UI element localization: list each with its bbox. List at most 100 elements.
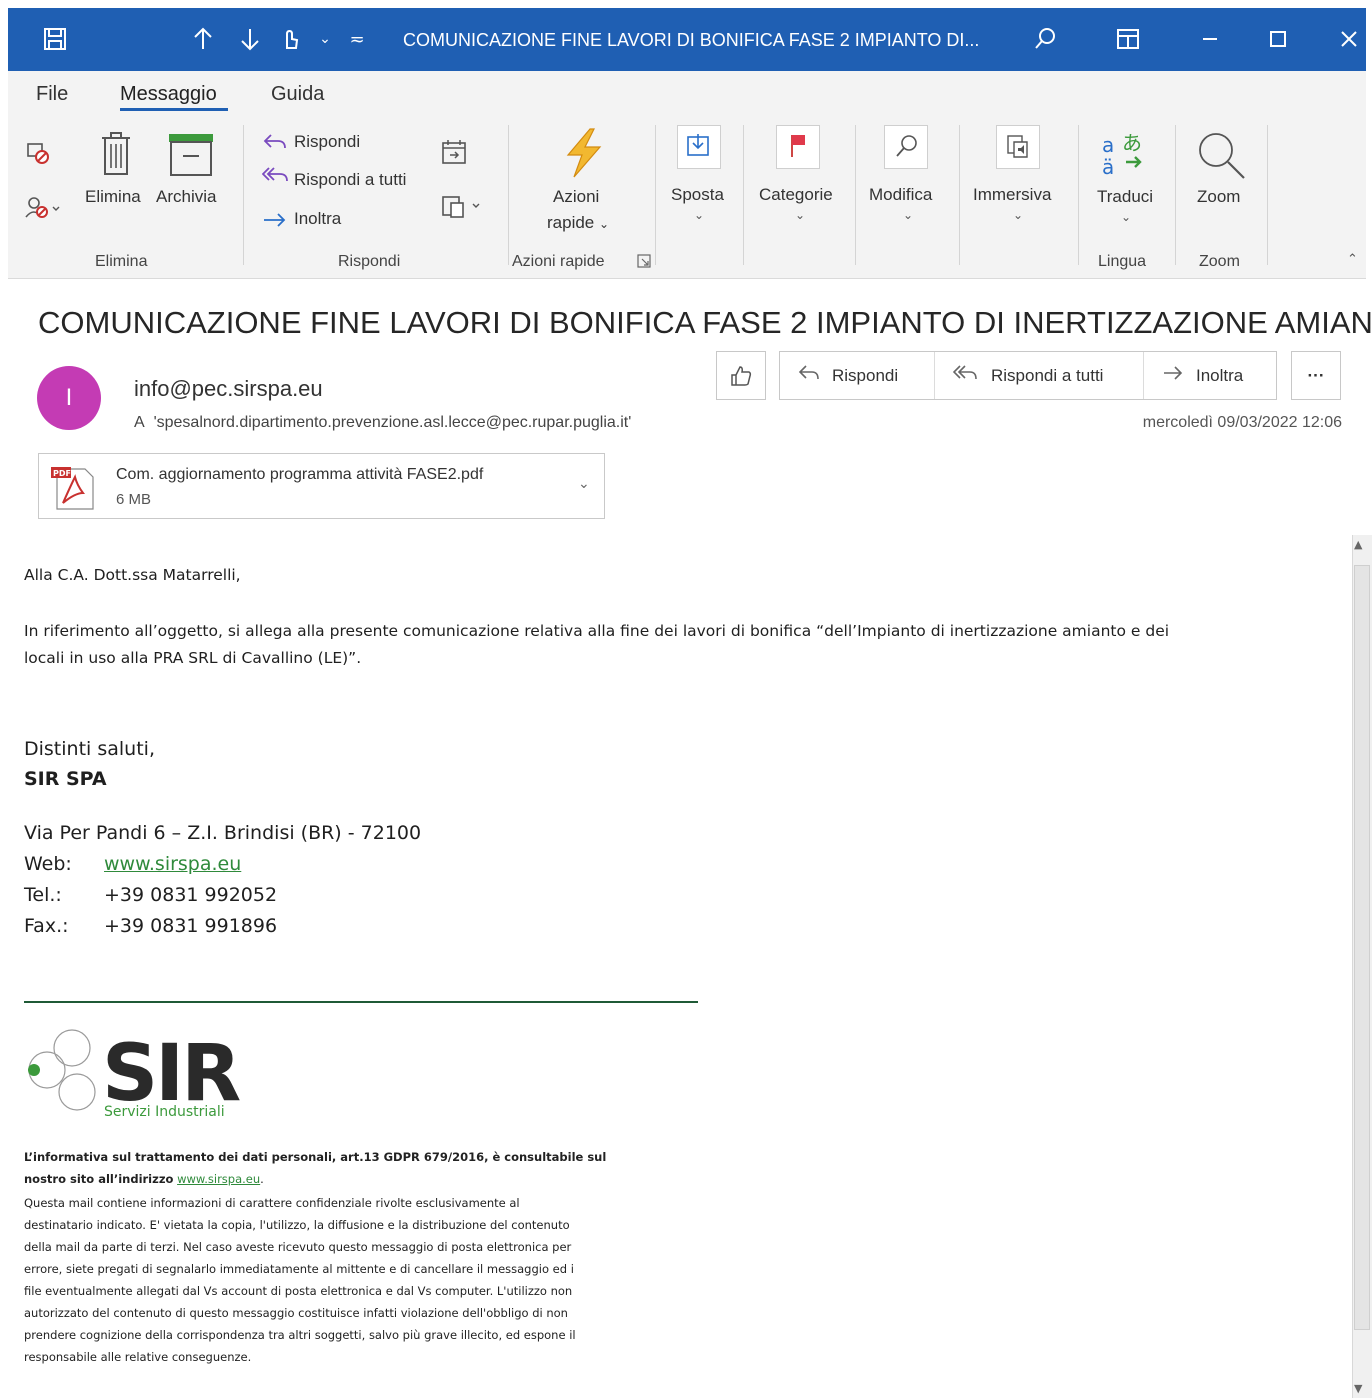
save-icon[interactable]	[38, 22, 72, 56]
translate-icon[interactable]: aあä	[1100, 130, 1150, 182]
sender-address[interactable]: info@pec.sirspa.eu	[134, 376, 323, 402]
web-row: Web: www.sirspa.eu	[24, 853, 241, 875]
reply-button[interactable]: Rispondi	[294, 132, 360, 152]
recipient-prefix: A	[134, 414, 145, 431]
svg-text:ä: ä	[1102, 155, 1114, 178]
close-icon[interactable]	[1332, 22, 1366, 56]
web-label: Web:	[24, 853, 72, 875]
attachment-name: Com. aggiornamento programma attività FA…	[116, 466, 484, 483]
more-respond-icon[interactable]	[440, 192, 484, 224]
svg-text:a: a	[1102, 133, 1114, 157]
immersive-reader-icon[interactable]	[996, 125, 1040, 169]
delete-button-label[interactable]: Elimina	[85, 187, 141, 207]
chevron-down-icon[interactable]: ⌄	[694, 208, 704, 222]
disclaimer-line: destinatario indicato. E' vietata la cop…	[24, 1218, 570, 1232]
chevron-down-icon[interactable]: ⌄	[795, 208, 805, 222]
attachment-card[interactable]: PDF Com. aggiornamento programma attivit…	[38, 453, 605, 519]
search-icon[interactable]	[1028, 22, 1062, 56]
chevron-down-icon[interactable]: ⌄	[1013, 208, 1023, 222]
tel-label: Tel.:	[24, 884, 62, 906]
ribbon-separator	[743, 125, 744, 265]
chevron-down-icon[interactable]: ⌄	[1121, 210, 1131, 224]
avatar: I	[37, 366, 101, 430]
chevron-down-icon[interactable]: ⌄	[308, 22, 342, 56]
maximize-icon[interactable]	[1261, 22, 1295, 56]
disclaimer-line: errore, siete pregati di segnalarlo imme…	[24, 1262, 574, 1276]
immersive-button-label[interactable]: Immersiva	[973, 185, 1051, 205]
reply-icon	[262, 132, 288, 156]
quick-steps-label[interactable]: Azioni	[553, 187, 599, 207]
reply-icon	[798, 364, 820, 387]
move-button-label[interactable]: Sposta	[671, 185, 724, 205]
signature-divider	[24, 1001, 698, 1003]
meeting-icon[interactable]	[440, 138, 468, 170]
body-paragraph-line: locali in uso alla PRA SRL di Cavallino …	[24, 649, 362, 667]
forward-icon	[1162, 364, 1184, 387]
block-sender-icon[interactable]	[25, 195, 61, 223]
ribbon-separator	[855, 125, 856, 265]
dialog-launcher-icon[interactable]	[637, 253, 651, 272]
closing: Distinti saluti,	[24, 738, 155, 760]
customize-toolbar-icon[interactable]: ≂	[340, 22, 374, 56]
like-button[interactable]	[716, 351, 766, 400]
ribbon-separator	[508, 125, 509, 265]
reply-all-button[interactable]: Rispondi a tutti	[935, 352, 1144, 399]
menu-bar: File Messaggio Guida	[8, 71, 1366, 118]
message-date: mercoledì 09/03/2022 12:06	[1142, 414, 1342, 431]
more-actions-button[interactable]: ···	[1291, 351, 1341, 400]
editing-button-label[interactable]: Modifica	[869, 185, 932, 205]
disclaimer-line: responsabile alle relative conseguenze.	[24, 1350, 252, 1364]
reply-all-label: Rispondi a tutti	[991, 365, 1104, 385]
previous-item-icon[interactable]	[186, 22, 220, 56]
lightning-icon[interactable]	[560, 127, 606, 183]
logo-subtitle: Servizi Industriali	[104, 1104, 225, 1120]
ribbon-separator	[959, 125, 960, 265]
tel-row: Tel.: +39 0831 992052	[24, 884, 277, 906]
chevron-down-icon[interactable]: ⌄	[578, 476, 590, 492]
attachment-size: 6 MB	[116, 491, 152, 508]
tab-file[interactable]: File	[36, 83, 68, 106]
chevron-down-icon: ⌄	[599, 217, 610, 231]
forward-button[interactable]: Inoltra	[1144, 352, 1261, 399]
scroll-up-icon[interactable]: ▲	[1354, 538, 1362, 551]
svg-text:PDF: PDF	[53, 469, 71, 478]
fax-row: Fax.: +39 0831 991896	[24, 915, 277, 937]
touch-mode-icon[interactable]	[273, 22, 307, 56]
delete-icon[interactable]	[98, 130, 134, 182]
company-name: SIR SPA	[24, 768, 107, 790]
minimize-icon[interactable]	[1193, 22, 1227, 56]
translate-button-label[interactable]: Traduci	[1097, 187, 1153, 207]
categorize-button-label[interactable]: Categorie	[759, 185, 833, 205]
archive-button-label[interactable]: Archivia	[156, 187, 216, 207]
tab-guida[interactable]: Guida	[271, 83, 324, 106]
privacy-link[interactable]: www.sirspa.eu	[177, 1172, 260, 1186]
tab-messaggio[interactable]: Messaggio	[120, 83, 217, 106]
disclaimer-line: file eventualmente allegati dal Vs accou…	[24, 1284, 573, 1298]
find-icon[interactable]	[884, 125, 928, 169]
next-item-icon[interactable]	[233, 22, 267, 56]
pdf-icon: PDF	[49, 463, 99, 517]
quick-steps-label-2[interactable]: rapide ⌄	[547, 213, 609, 233]
chevron-down-icon[interactable]: ⌄	[903, 208, 913, 222]
recipient-line: A 'spesalnord.dipartimento.prevenzione.a…	[134, 414, 631, 432]
scroll-down-icon[interactable]: ▼	[1354, 1382, 1362, 1395]
forward-button[interactable]: Inoltra	[294, 209, 341, 229]
title-bar: ⌄ ≂ COMUNICAZIONE FINE LAVORI DI BONIFIC…	[8, 8, 1366, 71]
ignore-icon[interactable]	[25, 140, 51, 170]
web-link[interactable]: www.sirspa.eu	[104, 853, 241, 875]
zoom-button-label[interactable]: Zoom	[1197, 187, 1240, 207]
move-icon[interactable]	[677, 125, 721, 169]
reply-all-button[interactable]: Rispondi a tutti	[294, 170, 406, 190]
group-label-azioni-rapide: Azioni rapide	[512, 253, 605, 270]
ribbon-display-options-icon[interactable]	[1111, 22, 1145, 56]
active-tab-indicator	[120, 108, 228, 111]
flag-icon[interactable]	[776, 125, 820, 169]
recipient-address[interactable]: 'spesalnord.dipartimento.prevenzione.asl…	[154, 414, 632, 431]
archive-icon[interactable]	[166, 132, 216, 182]
scroll-thumb[interactable]	[1354, 565, 1370, 1330]
reply-all-icon	[952, 364, 979, 387]
window-title: COMUNICAZIONE FINE LAVORI DI BONIFICA FA…	[403, 30, 980, 50]
reply-button[interactable]: Rispondi	[780, 352, 935, 399]
collapse-ribbon-icon[interactable]: ⌃	[1347, 252, 1358, 267]
zoom-icon[interactable]	[1196, 130, 1250, 188]
